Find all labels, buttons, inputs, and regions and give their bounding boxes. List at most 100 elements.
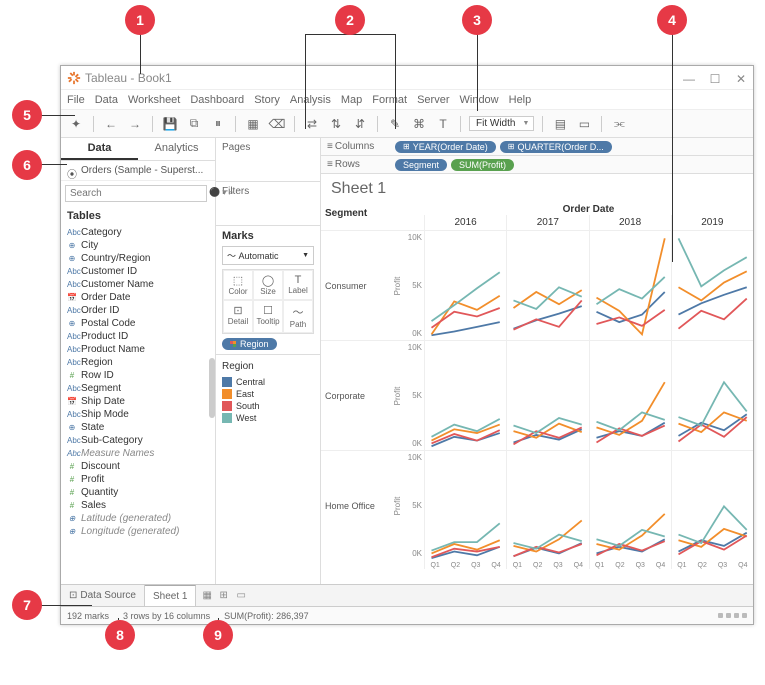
field-ship-date[interactable]: 📅Ship Date (63, 395, 213, 408)
close-button[interactable]: ✕ (735, 72, 747, 84)
field-discount[interactable]: #Discount (63, 460, 213, 473)
menu-analysis[interactable]: Analysis (290, 94, 331, 106)
legend-item-south[interactable]: South (222, 400, 314, 412)
pause-icon[interactable]: ⏸ (209, 115, 227, 133)
field-country-region[interactable]: ⊕Country/Region (63, 252, 213, 265)
field-latitude-generated-[interactable]: ⊕Latitude (generated) (63, 512, 213, 525)
fit-selector[interactable]: Fit Width (469, 116, 534, 131)
mark-size[interactable]: ◯Size (253, 270, 283, 300)
menu-file[interactable]: File (67, 94, 85, 106)
field-ship-mode[interactable]: AbcShip Mode (63, 408, 213, 421)
field-profit[interactable]: #Profit (63, 473, 213, 486)
field-category[interactable]: AbcCategory (63, 226, 213, 239)
menu-worksheet[interactable]: Worksheet (128, 94, 180, 106)
field-quantity[interactable]: #Quantity (63, 486, 213, 499)
menu-story[interactable]: Story (254, 94, 280, 106)
pill-quarter[interactable]: ⊞QUARTER(Order D... (500, 141, 612, 153)
tab-data[interactable]: Data (61, 138, 138, 160)
search-input[interactable] (65, 185, 207, 202)
save-icon[interactable]: 💾 (161, 115, 179, 133)
group-icon[interactable]: ⌘ (410, 115, 428, 133)
rows-shelf[interactable]: ≡Rows Segment SUM(Profit) (321, 156, 753, 174)
field-order-date[interactable]: 📅Order Date (63, 291, 213, 304)
chart-cell[interactable] (671, 450, 753, 560)
minimize-button[interactable]: — (683, 72, 695, 84)
search-dropdown-icon[interactable]: ▾ (222, 187, 227, 201)
showme-icon[interactable]: ▤ (551, 115, 569, 133)
columns-shelf[interactable]: ≡Columns ⊞YEAR(Order Date) ⊞QUARTER(Orde… (321, 138, 753, 156)
field-product-name[interactable]: AbcProduct Name (63, 343, 213, 356)
field-list[interactable]: AbcCategory⊕City⊕Country/RegionAbcCustom… (61, 226, 215, 584)
maximize-button[interactable]: ☐ (709, 72, 721, 84)
field-order-id[interactable]: AbcOrder ID (63, 304, 213, 317)
sort-desc-icon[interactable]: ⇵ (351, 115, 369, 133)
field-postal-code[interactable]: ⊕Postal Code (63, 317, 213, 330)
pages-shelf[interactable]: Pages (216, 138, 320, 182)
legend-item-central[interactable]: Central (222, 376, 314, 388)
tableau-icon[interactable]: ✦ (67, 115, 85, 133)
menu-dashboard[interactable]: Dashboard (190, 94, 244, 106)
tab-analytics[interactable]: Analytics (138, 138, 215, 160)
share-icon[interactable]: ⫘ (610, 115, 628, 133)
field-measure-names[interactable]: AbcMeasure Names (63, 447, 213, 460)
viz-area[interactable]: Segment Order Date 2016201720182019 Cons… (321, 204, 753, 584)
search-find-icon[interactable]: ⌕ (229, 187, 234, 201)
labels-icon[interactable]: T (434, 115, 452, 133)
menu-map[interactable]: Map (341, 94, 362, 106)
new-story-icon[interactable]: ▭ (236, 590, 247, 601)
search-filter-icon[interactable]: ⚫ (209, 187, 220, 201)
mark-type-selector[interactable]: 〜 Automatic▼ (222, 246, 314, 265)
sort-asc-icon[interactable]: ⇅ (327, 115, 345, 133)
menu-server[interactable]: Server (417, 94, 449, 106)
chart-cell[interactable] (671, 340, 753, 450)
menu-data[interactable]: Data (95, 94, 118, 106)
field-state[interactable]: ⊕State (63, 421, 213, 434)
field-customer-name[interactable]: AbcCustomer Name (63, 278, 213, 291)
menu-window[interactable]: Window (460, 94, 499, 106)
chart-cell[interactable] (671, 230, 753, 340)
pill-segment[interactable]: Segment (395, 159, 447, 171)
mark-path[interactable]: 〜Path (283, 300, 313, 333)
tab-data-source[interactable]: ⊡Data Source (61, 585, 145, 606)
chart-cell[interactable] (424, 450, 506, 560)
field-sales[interactable]: #Sales (63, 499, 213, 512)
chart-cell[interactable] (589, 340, 671, 450)
chart-cell[interactable] (424, 340, 506, 450)
new-worksheet-toolbar-icon[interactable]: ▦ (244, 115, 262, 133)
field-row-id[interactable]: #Row ID (63, 369, 213, 382)
new-worksheet-icon[interactable]: ▦ (202, 590, 213, 601)
field-city[interactable]: ⊕City (63, 239, 213, 252)
clear-icon[interactable]: ⌫ (268, 115, 286, 133)
field-customer-id[interactable]: AbcCustomer ID (63, 265, 213, 278)
mark-detail[interactable]: ⊡Detail (223, 300, 253, 333)
new-datasource-icon[interactable]: ⧉ (185, 115, 203, 133)
chart-cell[interactable] (589, 450, 671, 560)
chart-cell[interactable] (506, 230, 588, 340)
presentation-icon[interactable]: ▭ (575, 115, 593, 133)
field-longitude-generated-[interactable]: ⊕Longitude (generated) (63, 525, 213, 538)
sheet-title[interactable]: Sheet 1 (321, 174, 753, 204)
field-region[interactable]: AbcRegion (63, 356, 213, 369)
chart-cell[interactable] (506, 340, 588, 450)
menu-format[interactable]: Format (372, 94, 407, 106)
legend-item-west[interactable]: West (222, 412, 314, 424)
pill-sum-profit[interactable]: SUM(Profit) (451, 159, 514, 171)
new-dashboard-icon[interactable]: ⊞ (219, 590, 230, 601)
field-segment[interactable]: AbcSegment (63, 382, 213, 395)
pill-year[interactable]: ⊞YEAR(Order Date) (395, 141, 496, 153)
tab-sheet1[interactable]: Sheet 1 (145, 585, 196, 606)
scrollbar-thumb[interactable] (209, 358, 215, 418)
chart-cell[interactable] (424, 230, 506, 340)
menu-help[interactable]: Help (509, 94, 532, 106)
field-product-id[interactable]: AbcProduct ID (63, 330, 213, 343)
mark-label[interactable]: TLabel (283, 270, 313, 300)
mark-color[interactable]: ⬚Color (223, 270, 253, 300)
chart-cell[interactable] (589, 230, 671, 340)
mark-pill-region[interactable]: Region (222, 338, 277, 350)
undo-icon[interactable]: ← (102, 115, 120, 133)
datasource-row[interactable]: ⦿ Orders (Sample - Superst... (61, 161, 215, 181)
legend-item-east[interactable]: East (222, 388, 314, 400)
mark-tooltip[interactable]: ☐Tooltip (253, 300, 283, 333)
chart-cell[interactable] (506, 450, 588, 560)
redo-icon[interactable]: → (126, 115, 144, 133)
